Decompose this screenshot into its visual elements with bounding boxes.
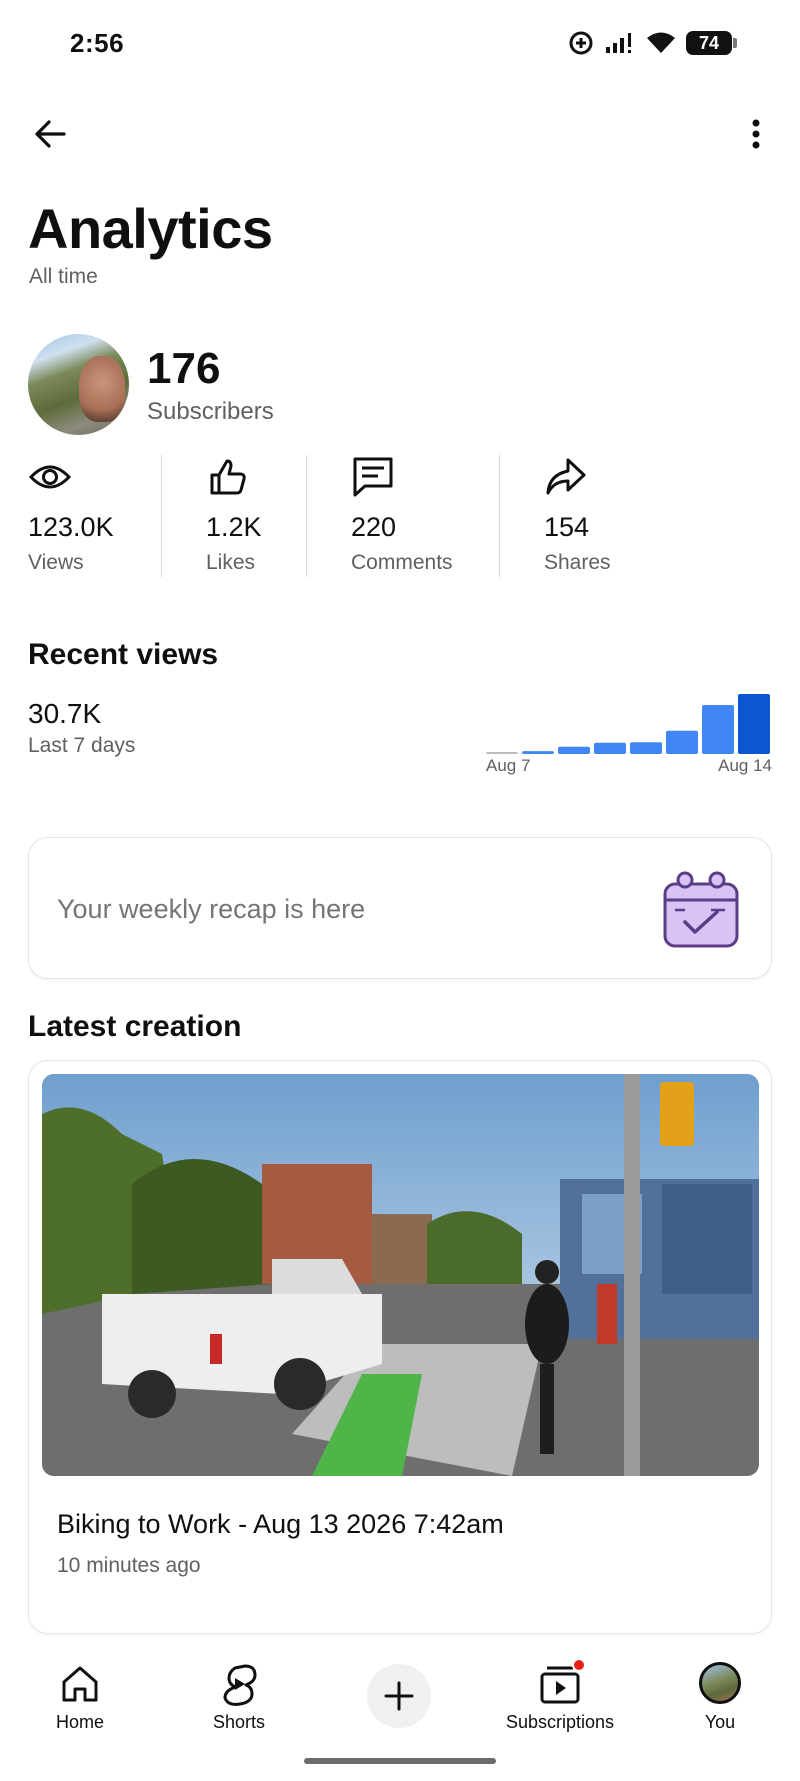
divider [499,455,500,577]
page-subtitle: All time [29,265,98,288]
weekly-recap-card[interactable]: Your weekly recap is here [28,837,772,979]
comment-icon [353,457,393,497]
chart-bar-aug-14[interactable] [738,694,770,754]
metric-label: Comments [351,551,453,574]
metric-value: 123.0K [28,512,114,542]
recent-views-title: Recent views [28,638,219,671]
shorts-icon [223,1664,257,1706]
subscribers-label: Subscribers [147,398,274,425]
top-bar [0,100,800,164]
chart-axis-start: Aug 7 [486,756,531,775]
plus-icon [384,1681,414,1711]
home-indicator [304,1758,496,1764]
page-title: Analytics [28,197,273,260]
metric-label: Views [28,551,84,574]
channel-avatar [28,334,129,435]
home-icon [62,1666,98,1702]
chart-bar-aug-13[interactable] [702,705,734,754]
nav-subscriptions[interactable]: Subscriptions [490,1658,630,1733]
chart-bar-aug-8[interactable] [522,751,554,754]
metrics-row: 123.0K Views 1.2K Likes 220 Comments 154… [0,455,800,577]
arrow-back-icon [35,120,66,148]
recent-views-chart[interactable] [484,692,772,754]
thumbs-up-icon [210,459,246,495]
create-button[interactable] [367,1664,431,1728]
metric-value: 220 [351,512,397,542]
nav-label: You [704,1712,736,1732]
recap-text: Your weekly recap is here [57,894,366,924]
share-icon [546,458,586,495]
calendar-check-icon [663,871,739,948]
battery-indicator: 74 [686,31,737,55]
signal-icon [606,33,631,53]
divider [306,455,307,577]
nav-shorts[interactable]: Shorts [169,1662,309,1733]
metric-label: Shares [544,551,611,574]
chart-bar-aug-9[interactable] [558,746,590,754]
latest-creation-card[interactable]: Biking to Work - Aug 13 2026 7:42am 10 m… [28,1060,772,1634]
recent-views-period: Last 7 days [28,734,136,757]
wifi-icon [647,32,675,53]
metric-label: Likes [206,551,256,574]
status-icons: 74 [568,30,737,56]
metric-likes[interactable]: 1.2K Likes [206,455,262,577]
chart-bar-aug-10[interactable] [594,742,626,754]
nav-you[interactable]: You [650,1662,790,1733]
data-saver-icon [569,31,593,55]
metric-value: 154 [544,512,590,542]
chart-bar-aug-7[interactable] [486,752,518,754]
status-bar: 2:56 74 [0,0,800,90]
latest-creation-title: Latest creation [28,1010,242,1043]
status-time: 2:56 [70,28,125,58]
metric-shares[interactable]: 154 Shares [544,455,611,577]
metric-value: 1.2K [206,512,262,542]
video-thumbnail[interactable] [42,1074,759,1476]
eye-icon [28,465,72,489]
subscribers-count: 176 [147,344,221,393]
profile-avatar [699,1662,741,1704]
back-button[interactable] [26,110,74,158]
chart-axis-end: Aug 14 [718,756,772,775]
notification-dot [572,1658,586,1672]
chart-bar-aug-12[interactable] [666,730,698,754]
nav-home[interactable]: Home [10,1662,150,1733]
nav-label: Home [55,1712,104,1732]
chart-bar-aug-11[interactable] [630,742,662,754]
metric-comments[interactable]: 220 Comments [351,455,453,577]
metric-views[interactable]: 123.0K Views [28,455,114,577]
nav-label: Subscriptions [505,1712,615,1732]
more-vert-icon [752,119,760,149]
video-upload-time: 10 minutes ago [57,1554,201,1577]
nav-label: Shorts [212,1712,266,1732]
divider [161,455,162,577]
more-options-button[interactable] [732,110,780,158]
recent-views-value: 30.7K [28,698,102,729]
video-title[interactable]: Biking to Work - Aug 13 2026 7:42am [57,1509,504,1540]
